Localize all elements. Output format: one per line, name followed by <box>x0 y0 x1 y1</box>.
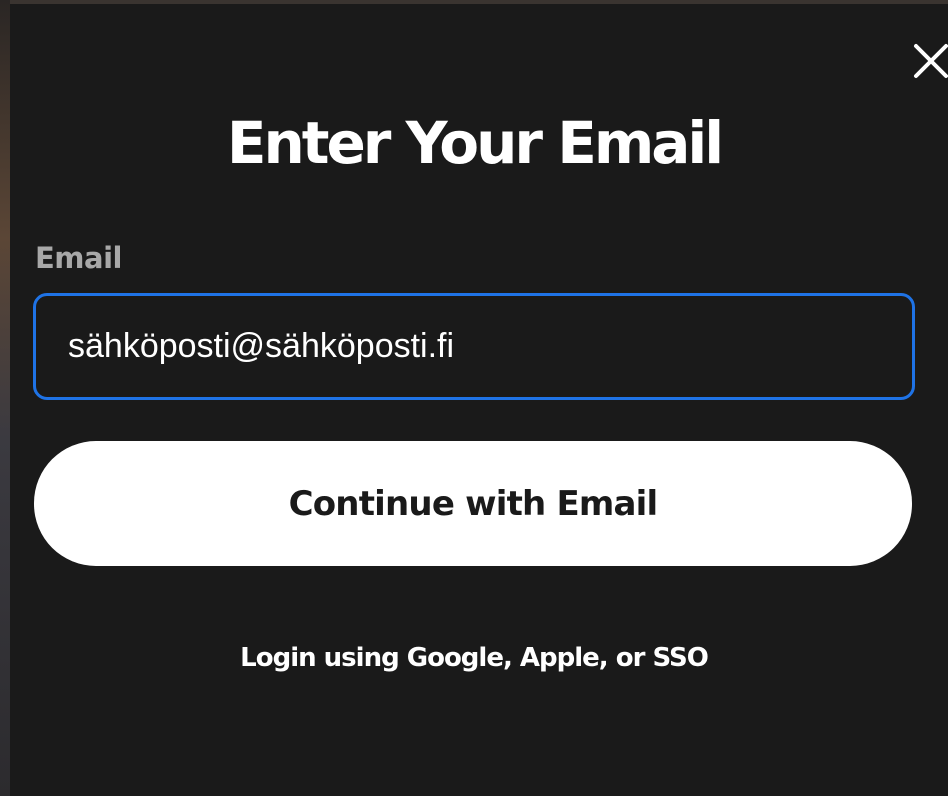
email-label: Email <box>35 241 122 275</box>
modal-title: Enter Your Email <box>226 109 724 177</box>
email-input[interactable] <box>33 293 915 400</box>
close-button[interactable] <box>906 38 948 80</box>
continue-with-email-button[interactable]: Continue with Email <box>34 441 912 566</box>
close-icon <box>914 44 948 78</box>
alternative-login-link[interactable]: Login using Google, Apple, or SSO <box>0 640 948 676</box>
